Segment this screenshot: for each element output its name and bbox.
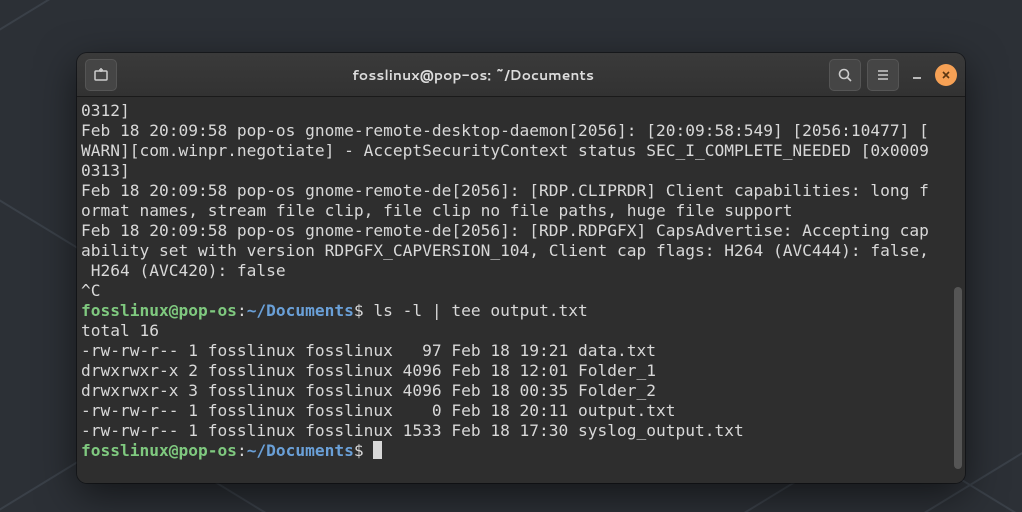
window-title: fosslinux@pop-os: ~/Documents [123, 65, 823, 85]
log-line: Feb 18 20:09:58 pop-os gnome-remote-de[2… [81, 181, 929, 200]
output-line: drwxrwxr-x 2 fosslinux fosslinux 4096 Fe… [81, 361, 656, 380]
log-line: ^C [81, 281, 101, 300]
prompt-user-host: fosslinux@pop-os [81, 301, 237, 320]
search-button[interactable] [829, 59, 861, 91]
prompt-path: ~/Documents [247, 441, 354, 460]
new-tab-button[interactable] [85, 59, 117, 91]
close-icon [941, 70, 951, 80]
log-line: ormat names, stream file clip, file clip… [81, 201, 792, 220]
prompt-dollar: $ [354, 441, 374, 460]
minimize-icon [910, 68, 924, 82]
terminal-cursor [373, 441, 382, 459]
output-line: total 16 [81, 321, 159, 340]
log-line: H264 (AVC420): false [81, 261, 286, 280]
output-line: -rw-rw-r-- 1 fosslinux fosslinux 0 Feb 1… [81, 401, 676, 420]
log-line: 0313] [81, 161, 130, 180]
output-line: -rw-rw-r-- 1 fosslinux fosslinux 1533 Fe… [81, 421, 744, 440]
scrollbar-thumb[interactable] [954, 287, 962, 469]
terminal-window: fosslinux@pop-os: ~/Documents [77, 53, 965, 483]
search-icon [837, 67, 853, 83]
log-line: Feb 18 20:09:58 pop-os gnome-remote-de[2… [81, 221, 929, 240]
log-line: WARN][com.winpr.negotiate] - AcceptSecur… [81, 141, 929, 160]
prompt-sep: : [237, 301, 247, 320]
output-line: drwxrwxr-x 3 fosslinux fosslinux 4096 Fe… [81, 381, 656, 400]
new-tab-icon [93, 67, 109, 83]
log-line: ability set with version RDPGFX_CAPVERSI… [81, 241, 929, 260]
hamburger-icon [875, 67, 891, 83]
prompt-sep: : [237, 441, 247, 460]
output-line: -rw-rw-r-- 1 fosslinux fosslinux 97 Feb … [81, 341, 656, 360]
menu-button[interactable] [867, 59, 899, 91]
terminal-output: 0312] Feb 18 20:09:58 pop-os gnome-remot… [81, 101, 961, 461]
prompt-path: ~/Documents [247, 301, 354, 320]
minimize-button[interactable] [905, 63, 929, 87]
log-line: 0312] [81, 101, 130, 120]
command-text: ls -l | tee output.txt [373, 301, 587, 320]
titlebar: fosslinux@pop-os: ~/Documents [77, 53, 965, 97]
terminal-body[interactable]: 0312] Feb 18 20:09:58 pop-os gnome-remot… [77, 97, 965, 483]
close-button[interactable] [935, 64, 957, 86]
prompt-dollar: $ [354, 301, 374, 320]
log-line: Feb 18 20:09:58 pop-os gnome-remote-desk… [81, 121, 929, 140]
prompt-user-host: fosslinux@pop-os [81, 441, 237, 460]
